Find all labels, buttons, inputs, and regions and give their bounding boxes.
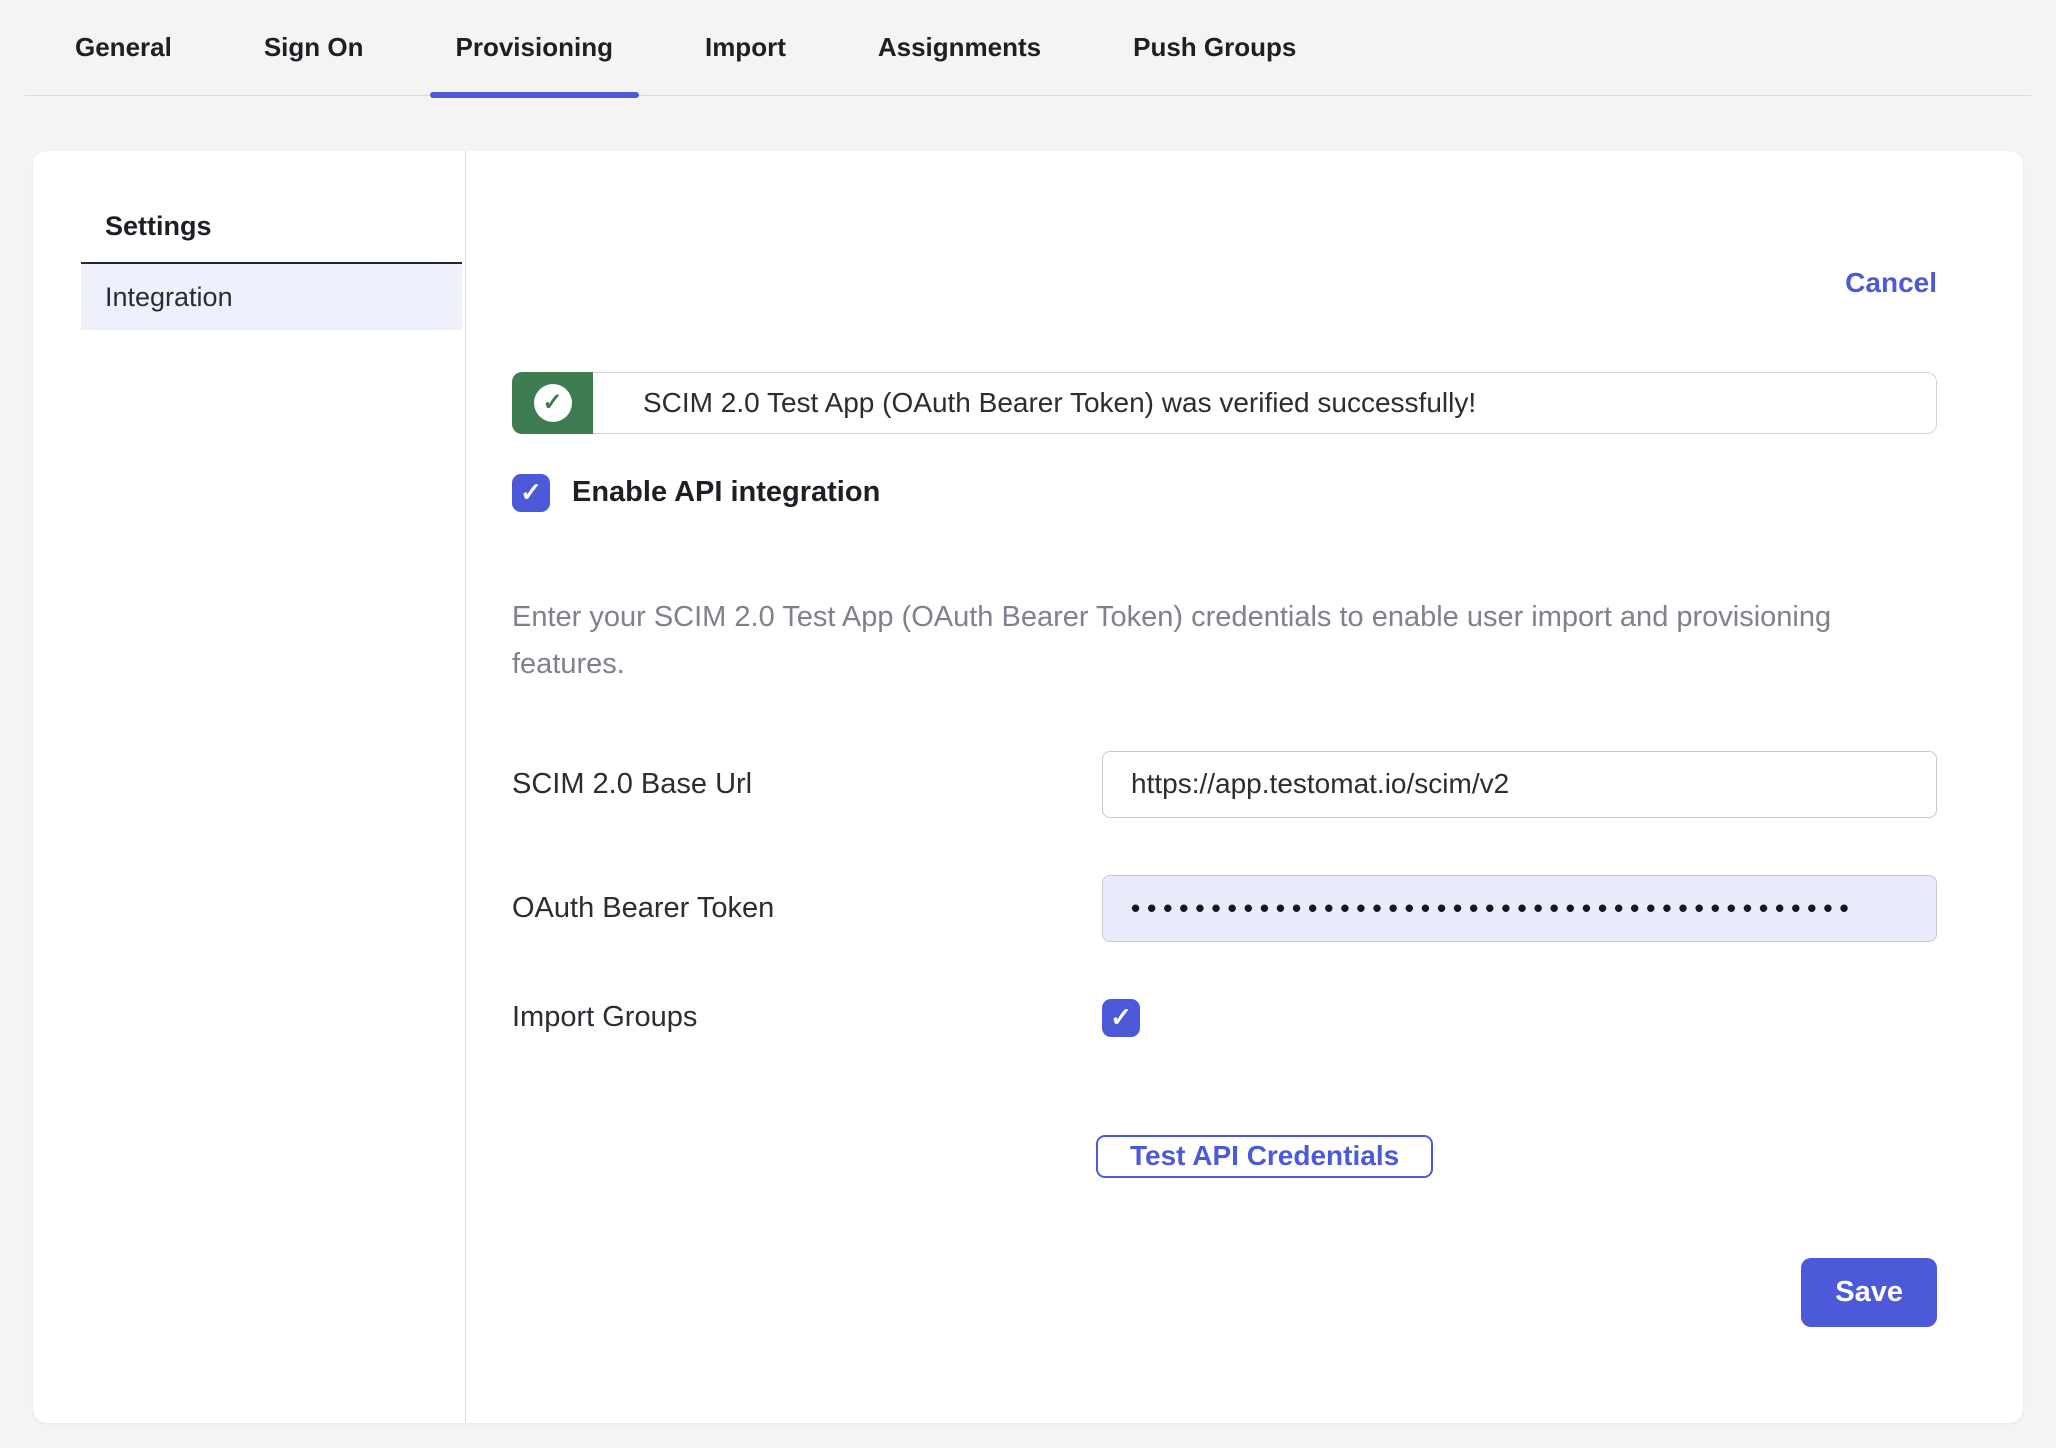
tab-general[interactable]: General — [49, 0, 198, 96]
tab-push-groups[interactable]: Push Groups — [1107, 0, 1322, 96]
integration-panel: Cancel SCIM 2.0 Test App (OAuth Bearer T… — [466, 151, 2023, 1423]
bearer-token-input[interactable] — [1102, 875, 1937, 942]
success-banner: SCIM 2.0 Test App (OAuth Bearer Token) w… — [512, 372, 1937, 434]
sidebar-item-integration[interactable]: Integration — [81, 264, 462, 330]
bearer-token-label: OAuth Bearer Token — [512, 892, 1102, 925]
form-row-base-url: SCIM 2.0 Base Url — [512, 751, 1937, 818]
base-url-field-col — [1102, 751, 1937, 818]
enable-api-checkbox[interactable] — [512, 474, 550, 512]
success-banner-icon-box — [512, 372, 593, 434]
app-tab-bar: General Sign On Provisioning Import Assi… — [25, 0, 2031, 96]
cancel-link[interactable]: Cancel — [1845, 267, 1937, 298]
tab-provisioning[interactable]: Provisioning — [430, 0, 639, 96]
sidebar-heading: Settings — [81, 211, 462, 264]
tab-sign-on[interactable]: Sign On — [238, 0, 390, 96]
enable-api-label: Enable API integration — [572, 476, 880, 509]
tab-assignments[interactable]: Assignments — [852, 0, 1067, 96]
credentials-description: Enter your SCIM 2.0 Test App (OAuth Bear… — [512, 594, 1882, 688]
provisioning-card: Settings Integration Cancel SCIM 2.0 Tes… — [33, 151, 2023, 1423]
bearer-token-field-col — [1102, 875, 1937, 942]
form-row-import-groups: Import Groups — [512, 999, 1937, 1037]
import-groups-field-col — [1102, 999, 1937, 1037]
form-row-bearer-token: OAuth Bearer Token — [512, 875, 1937, 942]
settings-sidebar: Settings Integration — [33, 151, 466, 1423]
test-api-credentials-button[interactable]: Test API Credentials — [1096, 1135, 1433, 1178]
success-banner-message: SCIM 2.0 Test App (OAuth Bearer Token) w… — [593, 372, 1937, 434]
import-groups-label: Import Groups — [512, 1001, 1102, 1034]
base-url-label: SCIM 2.0 Base Url — [512, 768, 1102, 801]
check-circle-icon — [534, 384, 572, 422]
save-button[interactable]: Save — [1801, 1258, 1937, 1327]
cancel-row: Cancel — [512, 267, 1937, 304]
sidebar-inner: Settings Integration — [81, 211, 462, 330]
enable-api-row: Enable API integration — [512, 474, 1937, 512]
base-url-input[interactable] — [1102, 751, 1937, 818]
save-row: Save — [512, 1258, 1937, 1327]
success-banner-text: SCIM 2.0 Test App (OAuth Bearer Token) w… — [643, 387, 1476, 419]
tab-import[interactable]: Import — [679, 0, 812, 96]
sidebar-item-label: Integration — [105, 282, 233, 313]
credentials-form: SCIM 2.0 Base Url OAuth Bearer Token Imp… — [512, 751, 1937, 1094]
import-groups-checkbox[interactable] — [1102, 999, 1140, 1037]
